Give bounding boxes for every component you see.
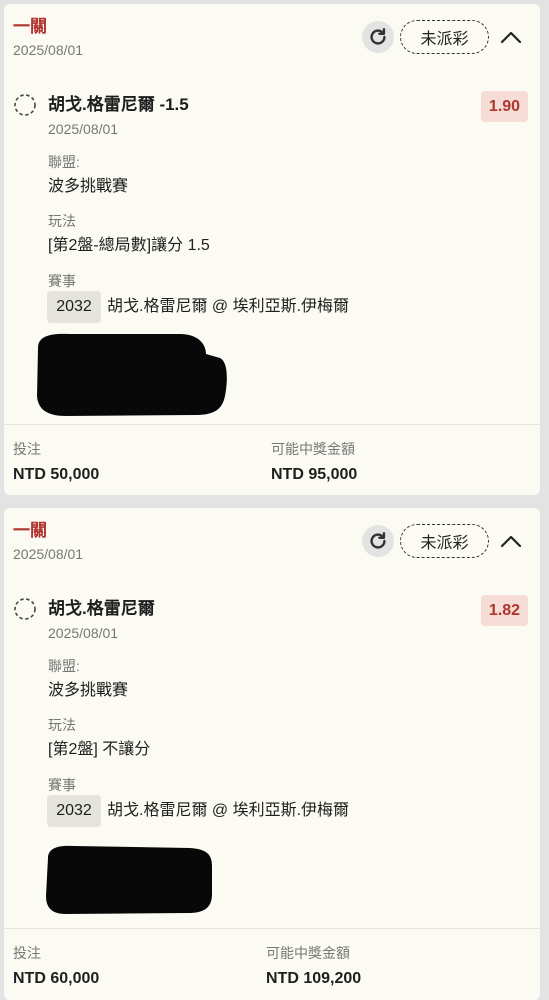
payout-amount: NTD 109,200 [266,970,362,987]
bet-card-header: 一關 2025/08/01 未派彩 [4,508,540,570]
market-value: [第2盤] 不讓分 [48,741,151,758]
status-badge: 未派彩 [400,524,489,558]
stake-label: 投注 [13,945,41,961]
event-name: 胡戈.格雷尼爾 @ 埃利亞斯.伊梅爾 [107,298,350,315]
event-id-badge: 2032 [47,291,101,323]
stake-amount: NTD 60,000 [13,970,100,987]
bet-card: 一關 2025/08/01 未派彩 胡戈.格雷尼爾 -1.5 2025/08/0… [4,4,540,495]
dashed-circle-icon [14,94,36,116]
refresh-icon [370,28,386,45]
event-label: 賽事 [48,273,76,289]
bet-card-header: 一關 2025/08/01 未派彩 [4,4,540,66]
status-badge: 未派彩 [400,20,489,54]
refresh-icon [370,532,386,549]
stake-label: 投注 [13,441,41,457]
payout-amount: NTD 95,000 [271,466,358,483]
bet-type: 一關 [13,521,47,540]
payout-label: 可能中獎金額 [271,441,355,457]
bet-card: 一關 2025/08/01 未派彩 胡戈.格雷尼爾 2025/08/01 1.8… [4,508,540,1000]
stake-amount: NTD 50,000 [13,466,100,483]
collapse-button[interactable] [496,22,526,52]
dashed-circle-icon [14,598,36,620]
redaction-mark [46,845,212,914]
bet-date: 2025/08/01 [13,546,84,562]
market-value: [第2盤-總局數]讓分 1.5 [48,237,210,254]
selection-name: 胡戈.格雷尼爾 [48,599,155,618]
bet-card-footer: 投注 NTD 50,000 可能中獎金額 NTD 95,000 [4,424,540,495]
league-value: 波多挑戰賽 [48,682,129,699]
market-label: 玩法 [48,717,76,733]
chevron-up-icon [500,535,522,548]
selection-date: 2025/08/01 [48,625,119,641]
event-name: 胡戈.格雷尼爾 @ 埃利亞斯.伊梅爾 [107,802,350,819]
odds-badge: 1.82 [481,595,528,626]
chevron-up-icon [500,31,522,44]
payout-label: 可能中獎金額 [266,945,350,961]
bet-card-footer: 投注 NTD 60,000 可能中獎金額 NTD 109,200 [4,928,540,999]
market-label: 玩法 [48,213,76,229]
event-label: 賽事 [48,777,76,793]
refresh-button[interactable] [362,525,394,557]
league-label: 聯盟: [48,658,80,674]
league-value: 波多挑戰賽 [48,178,129,195]
redaction-mark [37,333,227,416]
selection-date: 2025/08/01 [48,121,119,137]
bet-type: 一關 [13,17,47,36]
odds-badge: 1.90 [481,91,528,122]
league-label: 聯盟: [48,154,80,170]
collapse-button[interactable] [496,526,526,556]
event-id-badge: 2032 [47,795,101,827]
refresh-button[interactable] [362,21,394,53]
selection-name: 胡戈.格雷尼爾 -1.5 [48,95,189,114]
bet-date: 2025/08/01 [13,42,84,58]
